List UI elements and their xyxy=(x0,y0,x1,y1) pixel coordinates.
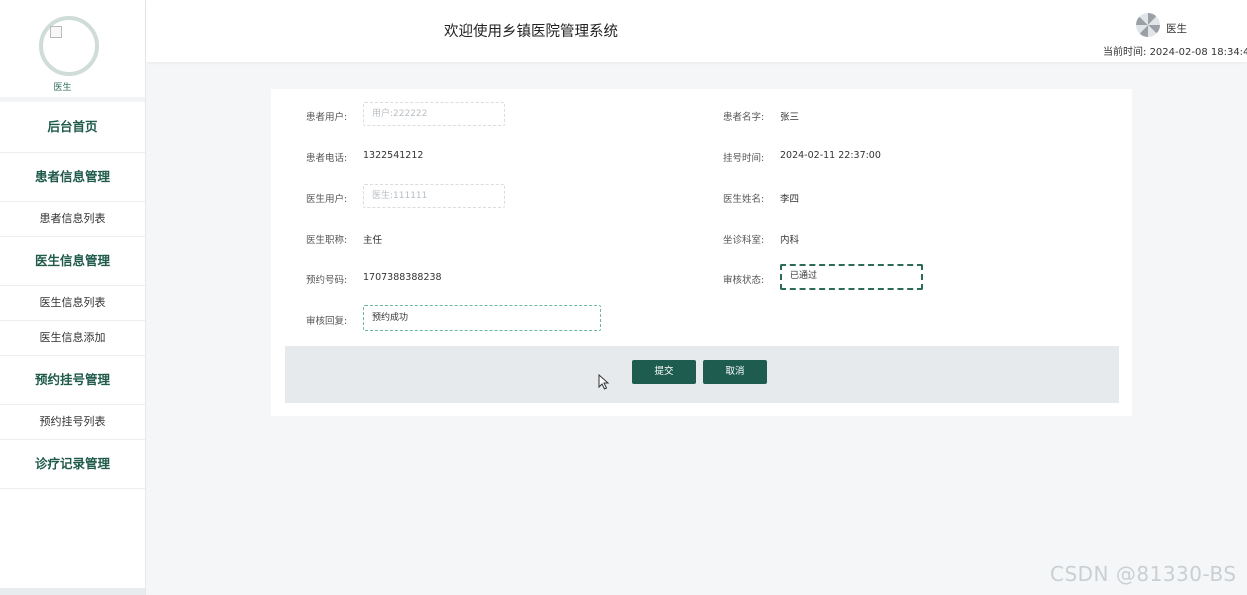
menu-item-doctor-list[interactable]: 医生信息列表 xyxy=(0,286,145,321)
appointment-no-value: 1707388388238 xyxy=(363,272,442,283)
watermark: CSDN @81330-BS xyxy=(1050,562,1237,586)
submit-button[interactable]: 提交 xyxy=(632,360,696,384)
review-status-select[interactable]: 已通过 xyxy=(780,264,923,290)
sidebar-menu: 后台首页 患者信息管理 患者信息列表 医生信息管理 医生信息列表 医生信息添加 … xyxy=(0,102,145,489)
time-label: 当前时间: xyxy=(1103,47,1147,58)
form-actions: 提交 取消 xyxy=(285,346,1119,403)
doctor-title-label: 医生职称: xyxy=(306,235,348,246)
time-value: 2024-02-08 18:34:4 xyxy=(1149,47,1247,58)
register-time-value: 2024-02-11 22:37:00 xyxy=(780,150,881,161)
register-time-label: 挂号时间: xyxy=(723,153,765,164)
appointment-no-label: 预约号码: xyxy=(306,275,348,286)
menu-item-doctor-add[interactable]: 医生信息添加 xyxy=(0,321,145,356)
menu-group-records[interactable]: 诊疗记录管理 xyxy=(0,440,145,489)
doctor-name-label: 医生姓名: xyxy=(723,194,765,205)
review-reply-label: 审核回复: xyxy=(306,316,348,327)
menu-home[interactable]: 后台首页 xyxy=(0,102,145,153)
review-reply-input[interactable]: 预约成功 xyxy=(363,305,601,331)
sidebar-scrollbar[interactable] xyxy=(0,588,145,595)
mouse-cursor-icon xyxy=(598,374,610,390)
patient-name-label: 患者名字: xyxy=(723,112,765,123)
form-card: 患者用户: 用户:222222 患者名字: 张三 患者电话: 132254121… xyxy=(271,89,1132,416)
department-value: 内科 xyxy=(780,235,800,246)
menu-item-appointment-list[interactable]: 预约挂号列表 xyxy=(0,405,145,440)
broken-image-icon xyxy=(50,26,62,38)
menu-group-doctor[interactable]: 医生信息管理 xyxy=(0,237,145,286)
patient-user-label: 患者用户: xyxy=(306,112,348,123)
doctor-user-label: 医生用户: xyxy=(306,194,348,205)
doctor-title-value: 主任 xyxy=(363,235,383,246)
patient-user-field[interactable]: 用户:222222 xyxy=(363,102,505,126)
menu-item-patient-list[interactable]: 患者信息列表 xyxy=(0,202,145,237)
sidebar: 医生 后台首页 患者信息管理 患者信息列表 医生信息管理 医生信息列表 医生信息… xyxy=(0,0,146,595)
page-title: 欢迎使用乡镇医院管理系统 xyxy=(444,24,618,40)
patient-phone-label: 患者电话: xyxy=(306,153,348,164)
review-status-label: 审核状态: xyxy=(723,275,765,286)
avatar[interactable] xyxy=(39,16,99,76)
patient-phone-value: 1322541212 xyxy=(363,150,424,161)
cancel-button[interactable]: 取消 xyxy=(703,360,767,384)
header: 欢迎使用乡镇医院管理系统 医生 当前时间: 2024-02-08 18:34:4 xyxy=(146,0,1247,62)
current-time: 当前时间: 2024-02-08 18:34:4 xyxy=(1103,43,1247,58)
user-name[interactable]: 医生 xyxy=(1166,21,1187,36)
user-avatar-icon[interactable] xyxy=(1136,13,1160,37)
patient-name-value: 张三 xyxy=(780,112,800,123)
menu-group-patient[interactable]: 患者信息管理 xyxy=(0,153,145,202)
role-label: 医生 xyxy=(53,83,72,93)
menu-group-appointment[interactable]: 预约挂号管理 xyxy=(0,356,145,405)
doctor-user-field[interactable]: 医生:111111 xyxy=(363,184,505,208)
doctor-name-value: 李四 xyxy=(780,194,800,205)
department-label: 坐诊科室: xyxy=(723,235,765,246)
